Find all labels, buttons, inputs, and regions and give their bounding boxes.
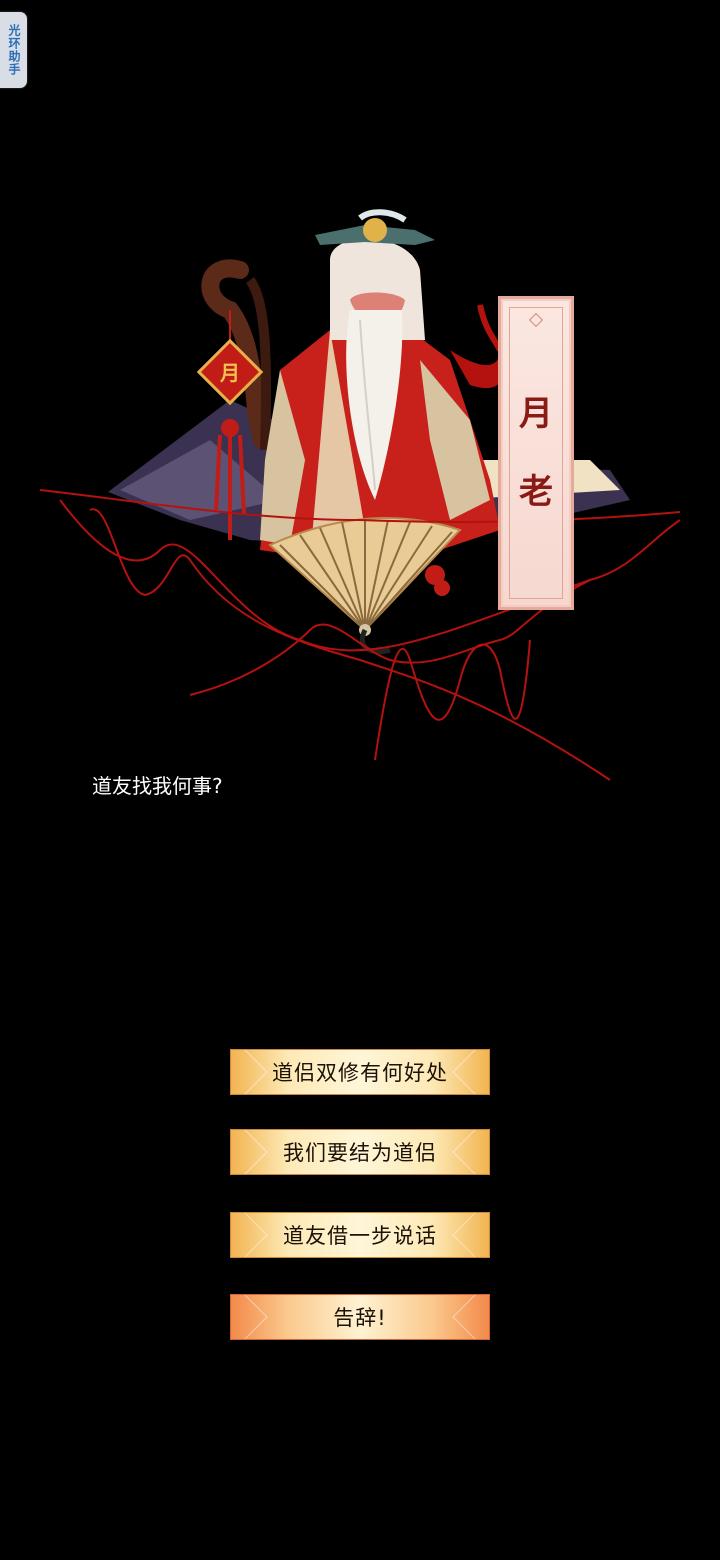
npc-illustration: 月 [39,209,681,781]
option-button-become-partners[interactable]: 我们要结为道侣 [230,1129,490,1175]
npc-name-char-2: 老 [519,472,553,512]
npc-dialog-text: 道友找我何事? [92,774,223,798]
npc-name-scroll: 月 老 [498,296,574,610]
svg-text:月: 月 [219,361,240,385]
helper-tab[interactable]: 光环助手 [0,12,27,88]
option-button-leave[interactable]: 告辞! [230,1294,490,1340]
npc-name-char-1: 月 [519,394,553,434]
folding-fan [268,517,462,655]
helper-tab-label: 光环助手 [7,24,21,76]
option-button-benefits[interactable]: 道侣双修有何好处 [230,1049,490,1095]
option-button-private-talk[interactable]: 道友借一步说话 [230,1212,490,1258]
